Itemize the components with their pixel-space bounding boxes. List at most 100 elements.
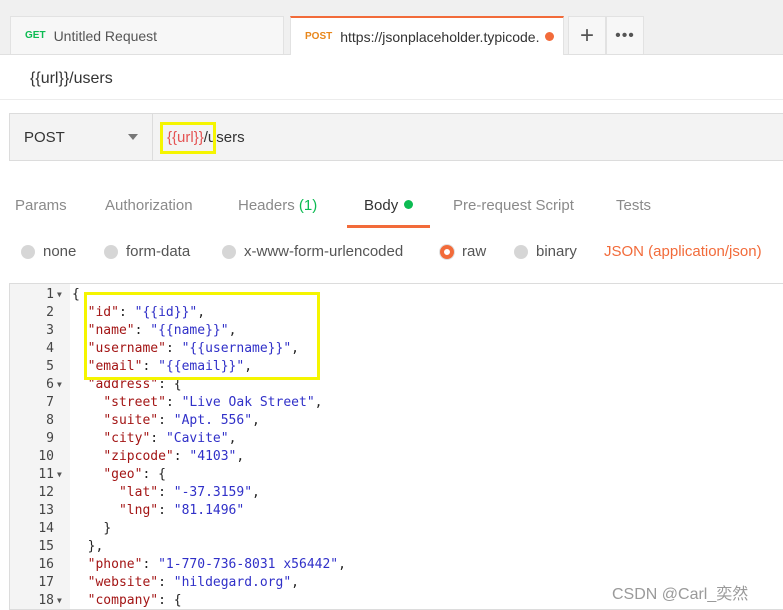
json-punctuation: : xyxy=(158,575,174,590)
json-punctuation: , xyxy=(236,449,245,464)
fold-toggle-icon[interactable]: ▼ xyxy=(57,286,62,304)
line-number: 2 xyxy=(46,305,54,320)
tab-strip: GET Untitled Request POST https://jsonpl… xyxy=(0,0,783,55)
json-punctuation: : xyxy=(142,557,159,572)
tab-pre-request-script[interactable]: Pre-request Script xyxy=(453,197,574,214)
json-key: "zipcode" xyxy=(103,449,174,464)
radio-urlencoded[interactable]: x-www-form-urlencoded xyxy=(222,243,403,260)
new-tab-button[interactable]: + xyxy=(568,16,606,54)
json-punctuation: , xyxy=(252,413,260,428)
plus-icon: + xyxy=(579,21,594,49)
radio-label: binary xyxy=(536,243,577,260)
code-line: 14 } xyxy=(10,520,783,538)
json-punctuation: , xyxy=(338,557,346,572)
radio-raw[interactable]: raw xyxy=(440,243,486,260)
request-subtabs: Params Authorization Headers (1) Body Pr… xyxy=(0,190,783,228)
code-text: "suite": "Apt. 556", xyxy=(72,412,260,430)
line-number: 12 xyxy=(38,485,54,500)
content-type-select[interactable]: JSON (application/json) xyxy=(604,243,762,260)
line-number: 13 xyxy=(38,503,54,518)
code-line: 15 }, xyxy=(10,538,783,556)
method-value: POST xyxy=(24,128,65,146)
watermark: CSDN @Carl_奕然 xyxy=(612,586,749,603)
url-input[interactable]: {{url}}/users xyxy=(153,113,783,161)
more-tabs-button[interactable]: ••• xyxy=(606,16,644,54)
code-text: "website": "hildegard.org", xyxy=(72,574,299,592)
active-tab-underline xyxy=(347,225,430,228)
tab-untitled-request[interactable]: GET Untitled Request xyxy=(10,16,284,54)
json-string: "Apt. 556" xyxy=(173,413,253,428)
line-number: 17 xyxy=(38,575,54,590)
code-line: 10 "zipcode": "4103", xyxy=(10,448,783,466)
json-punctuation: : xyxy=(158,413,174,428)
json-punctuation: : xyxy=(150,431,166,446)
json-key: "city" xyxy=(103,431,151,446)
tab-params[interactable]: Params xyxy=(15,197,67,214)
json-key: "company" xyxy=(87,593,159,608)
json-punctuation: : xyxy=(165,395,182,410)
tab-body[interactable]: Body xyxy=(364,197,414,214)
line-number: 10 xyxy=(38,449,54,464)
code-line: 7 "street": "Live Oak Street", xyxy=(10,394,783,412)
radio-binary[interactable]: binary xyxy=(514,243,577,260)
tab-tests[interactable]: Tests xyxy=(616,197,651,214)
json-string: "81.1496" xyxy=(173,503,245,518)
code-text: "city": "Cavite", xyxy=(72,430,236,448)
tab-headers[interactable]: Headers (1) xyxy=(238,197,317,214)
code-text: "street": "Live Oak Street", xyxy=(72,394,322,412)
json-key: "lat" xyxy=(118,485,159,500)
fold-toggle-icon[interactable]: ▼ xyxy=(57,592,62,609)
code-line: 11 ▼ "geo": { xyxy=(10,466,783,484)
tab-method-label: POST xyxy=(305,31,333,42)
radio-label: none xyxy=(43,243,77,260)
json-key: "suite" xyxy=(103,413,159,428)
tab-label: Untitled Request xyxy=(53,27,158,44)
radio-form-data[interactable]: form-data xyxy=(104,243,190,260)
highlight-box-json-fields xyxy=(84,292,320,380)
tab-post-request[interactable]: POST https://jsonplaceholder.typicode.co… xyxy=(290,16,564,55)
json-string: "4103" xyxy=(189,449,237,464)
code-text: "lat": "-37.3159", xyxy=(72,484,260,502)
json-punctuation: , xyxy=(252,485,260,500)
json-string: "1-770-736-8031 x56442" xyxy=(158,557,339,572)
tab-body-label: Body xyxy=(364,197,399,214)
line-number: 18 xyxy=(38,593,54,608)
highlight-box-url-variable xyxy=(160,122,216,154)
radio-circle-icon xyxy=(104,244,118,259)
radio-label: form-data xyxy=(126,243,191,260)
json-key: "geo" xyxy=(103,467,143,482)
code-line: 16 "phone": "1-770-736-8031 x56442", xyxy=(10,556,783,574)
json-key: "phone" xyxy=(87,557,143,572)
radio-selected-icon xyxy=(440,244,454,259)
fold-toggle-icon[interactable]: ▼ xyxy=(57,376,62,394)
json-punctuation: } xyxy=(103,521,112,536)
radio-label: raw xyxy=(462,243,487,260)
radio-none[interactable]: none xyxy=(21,243,76,260)
code-line: 8 "suite": "Apt. 556", xyxy=(10,412,783,430)
fold-toggle-icon[interactable]: ▼ xyxy=(57,466,62,484)
json-punctuation: : { xyxy=(142,467,166,482)
line-number: 11 xyxy=(38,467,54,482)
code-text: }, xyxy=(72,538,104,556)
code-text: { xyxy=(72,286,80,304)
headers-count-badge: (1) xyxy=(298,197,318,214)
json-punctuation: : { xyxy=(158,593,182,608)
tab-headers-label: Headers xyxy=(238,197,295,214)
chevron-down-icon xyxy=(128,134,138,140)
request-name[interactable]: {{url}}/users xyxy=(30,70,113,88)
json-punctuation: , xyxy=(314,395,323,410)
tab-method-label: GET xyxy=(25,30,46,41)
line-number: 5 xyxy=(46,359,54,374)
line-number: 16 xyxy=(38,557,54,572)
json-punctuation: : xyxy=(173,449,190,464)
code-line: 13 "lng": "81.1496" xyxy=(10,502,783,520)
radio-label: x-www-form-urlencoded xyxy=(244,243,404,260)
tab-authorization[interactable]: Authorization xyxy=(105,197,193,214)
method-select[interactable]: POST xyxy=(9,113,153,161)
body-type-options: none form-data x-www-form-urlencoded raw… xyxy=(0,238,783,268)
